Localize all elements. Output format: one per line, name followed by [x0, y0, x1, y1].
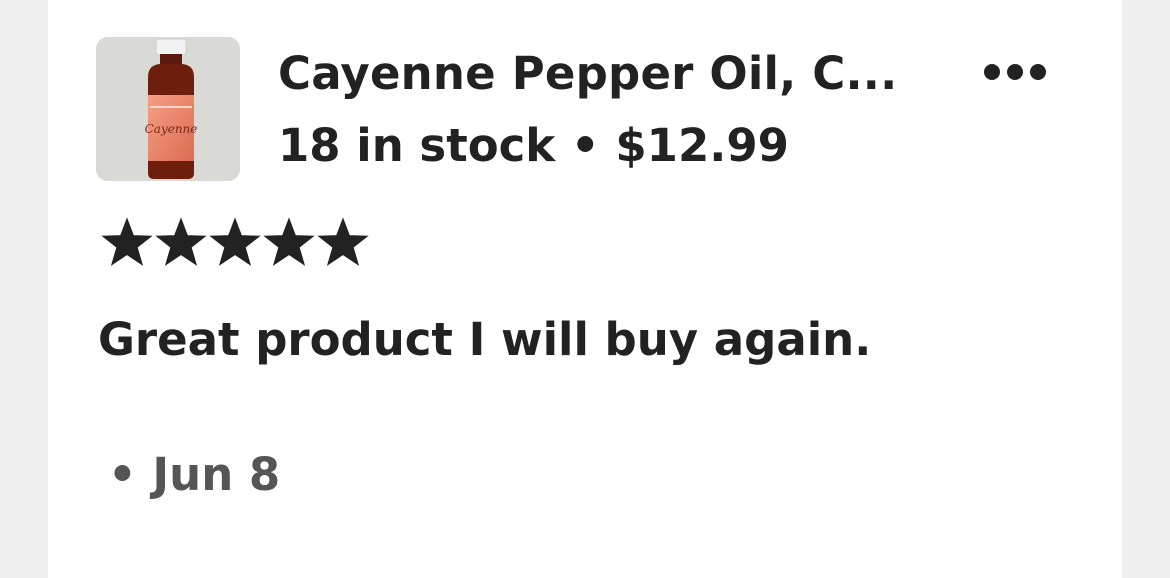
more-horizontal-icon: [984, 64, 1000, 80]
bottle-label-text: Cayenne: [145, 122, 198, 136]
product-thumbnail[interactable]: Cayenne: [96, 37, 240, 181]
review-date: • Jun 8: [108, 448, 281, 501]
stock-count: 18 in stock: [278, 119, 556, 172]
bottle-image: Cayenne: [96, 37, 240, 181]
star-icon: [317, 217, 369, 266]
listing-meta: 18 in stock • $12.99: [278, 117, 789, 175]
star-icon: [101, 217, 153, 266]
star-icon: [155, 217, 207, 266]
listing-title[interactable]: Cayenne Pepper Oil, C...: [278, 45, 928, 103]
meta-separator: •: [570, 119, 600, 172]
more-horizontal-icon-dot-2: [1007, 64, 1023, 80]
price: $12.99: [615, 119, 789, 172]
review-card: Cayenne Cayenne Pepper Oil, C... 18 in s…: [48, 0, 1122, 578]
more-options-button[interactable]: [970, 52, 1060, 92]
star-rating: [101, 217, 369, 267]
review-text: Great product I will buy again.: [98, 313, 872, 366]
more-horizontal-icon-dot-3: [1030, 64, 1046, 80]
star-icon: [209, 217, 261, 266]
star-icon: [263, 217, 315, 266]
